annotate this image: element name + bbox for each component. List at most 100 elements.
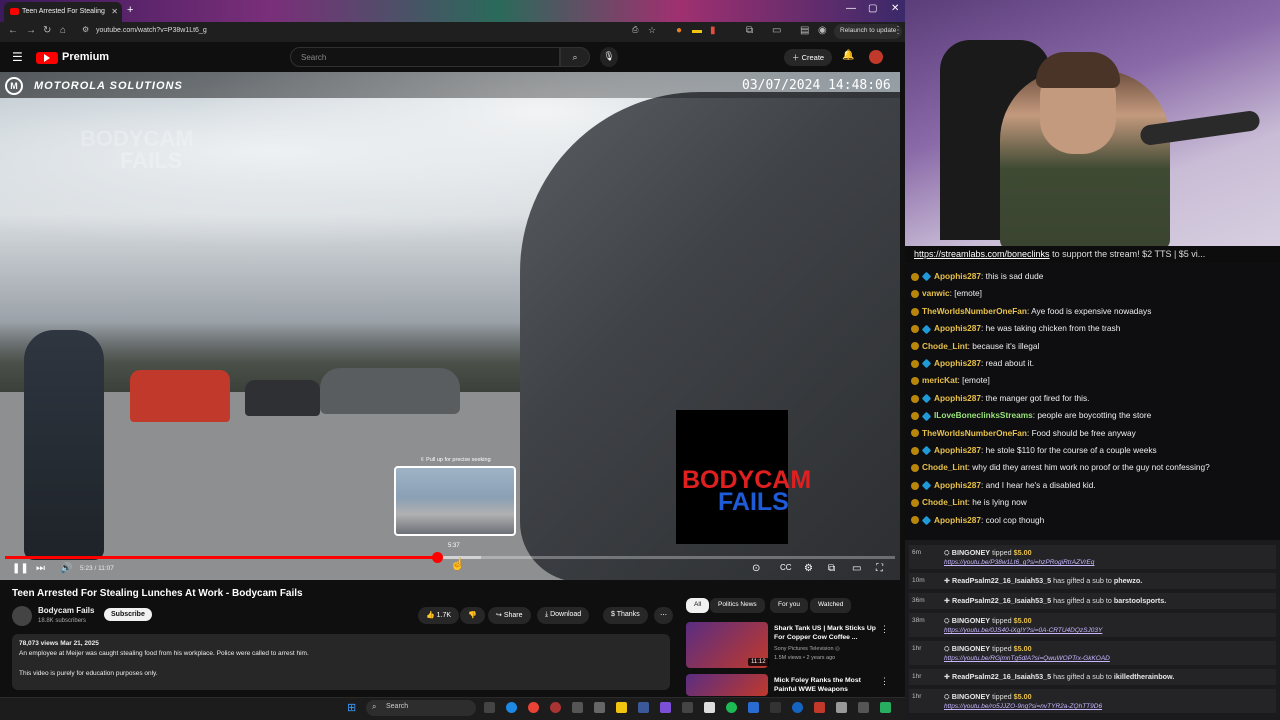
chat-username[interactable]: Apophis287 [934,445,981,455]
app-icon[interactable] [880,702,891,713]
search-icon[interactable]: ⌕ [560,47,590,67]
minimize-icon[interactable]: — [846,3,856,14]
share-button[interactable]: ↪ Share [488,607,531,624]
recommendation-title[interactable]: Shark Tank US | Mark Sticks Up For Coppe… [774,624,878,642]
taskbar-search[interactable]: Search [366,700,476,716]
ticker-link[interactable]: https://streamlabs.com/boneclinks [914,249,1050,259]
app-icon[interactable] [638,702,649,713]
chat-username[interactable]: Apophis287 [934,393,981,403]
chat-username[interactable]: Chode_Lint [922,497,968,507]
microphone-icon[interactable]: 🎙 [600,47,618,67]
app-icon[interactable] [814,702,825,713]
new-tab-icon[interactable]: + [127,4,133,16]
event-link[interactable]: https://youtu.be/RGjmnTg5dlA?si=QwuWOPTr… [944,655,1110,662]
edge-icon[interactable] [506,702,517,713]
app-icon[interactable] [572,702,583,713]
reload-icon[interactable]: ↻ [43,25,51,36]
channel-name[interactable]: Bodycam Fails [38,606,94,615]
hamburger-menu-icon[interactable]: ☰ [12,50,23,64]
browser-menu-icon[interactable]: ⋮ [893,25,903,36]
browser-tab[interactable]: Teen Arrested For Stealing ✕ [4,2,122,22]
chat-username[interactable]: Apophis287 [934,358,981,368]
dislike-button[interactable]: 👎 [460,607,485,624]
captions-icon[interactable]: CC [780,563,792,572]
more-actions-icon[interactable]: ⋯ [654,607,673,624]
spotify-icon[interactable] [726,702,737,713]
chrome-icon[interactable] [528,702,539,713]
windows-start-icon[interactable]: ⊞ [347,701,356,714]
recommendation-thumbnail[interactable] [686,674,768,696]
extension-icon[interactable]: ▮ [710,25,716,36]
extension-icon[interactable]: ● [676,25,682,36]
chat-username[interactable]: ILoveBoneclinksStreams [934,410,1033,420]
subscribe-button[interactable]: Subscribe [104,608,152,621]
discord-icon[interactable] [660,702,671,713]
app-icon[interactable] [594,702,605,713]
chat-username[interactable]: Apophis287 [934,515,981,525]
extension-icon[interactable]: ▬ [692,25,702,36]
more-options-icon[interactable]: ⋮ [880,676,889,687]
thanks-button[interactable]: $ Thanks [603,607,648,624]
tab-search-icon[interactable]: ▭ [772,25,781,36]
home-icon[interactable]: ⌂ [60,25,66,36]
scrubber-handle[interactable] [431,552,443,563]
search-input[interactable]: Search [290,47,560,67]
chat-username[interactable]: Apophis287 [934,323,981,333]
user-avatar[interactable] [869,50,883,64]
app-icon[interactable] [704,702,715,713]
sidebar-icon[interactable]: ▤ [800,25,809,36]
event-link[interactable]: https://youtu.be/P38w1Lt6_g?si=hzPRogiRt… [944,559,1094,566]
back-icon[interactable]: ← [8,25,18,36]
chip-all[interactable]: All [686,598,710,613]
profile-icon[interactable]: ◉ [818,25,827,36]
chat-username[interactable]: Chode_Lint [922,462,968,472]
channel-avatar[interactable] [12,606,32,626]
create-button[interactable]: ＋ Create [784,49,833,66]
app-icon[interactable] [836,702,847,713]
url-field[interactable]: youtube.com/watch?v=P38w1Lt6_g [96,27,207,34]
autoplay-toggle-icon[interactable]: ⊙ [752,563,760,574]
app-icon[interactable] [550,702,561,713]
app-icon[interactable] [748,702,759,713]
chat-username[interactable]: vanwic [922,288,950,298]
extensions-puzzle-icon[interactable]: ⧉ [746,25,753,36]
fullscreen-icon[interactable]: ⛶ [876,563,883,574]
site-info-icon[interactable]: ⚙ [82,25,89,34]
app-icon[interactable] [792,702,803,713]
volume-icon[interactable]: 🔊 [60,563,72,574]
task-view-icon[interactable] [484,702,495,713]
notifications-bell-icon[interactable]: 🔔 [842,50,854,61]
chat-username[interactable]: Chode_Lint [922,341,968,351]
chat-username[interactable]: TheWorldsNumberOneFan [922,306,1027,316]
pause-icon[interactable]: ❚❚ [12,563,29,574]
app-icon[interactable] [858,702,869,713]
more-options-icon[interactable]: ⋮ [880,624,889,635]
chat-username[interactable]: Apophis287 [934,271,981,281]
chat-username[interactable]: mericKat [922,375,958,385]
bookmark-star-icon[interactable]: ☆ [648,25,656,36]
chip-for-you[interactable]: For you [770,598,809,613]
description-box[interactable]: 78,073 views Mar 21, 2025 An employee at… [12,634,670,690]
like-button[interactable]: 👍 1.7K [418,607,460,624]
miniplayer-icon[interactable]: ⧉ [828,563,835,574]
event-link[interactable]: https://youtu.be/0JS40-iXgIY?si=0A-CRTU4… [944,627,1102,634]
settings-gear-icon[interactable]: ⚙ [804,563,813,574]
chip-politics-news[interactable]: Politics News [710,598,765,613]
chip-watched[interactable]: Watched [810,598,852,613]
app-icon[interactable] [770,702,781,713]
chat-username[interactable]: TheWorldsNumberOneFan [922,428,1027,438]
forward-icon[interactable]: → [26,25,36,36]
event-link[interactable]: https://youtu.be/ro5JJZO-9ng?si=nvTYR2a-… [944,703,1102,710]
maximize-icon[interactable]: ▢ [868,3,877,14]
next-icon[interactable]: ⏭ [36,563,45,574]
install-icon[interactable]: ⎙ [632,25,638,35]
recommendation-title[interactable]: Mick Foley Ranks the Most Painful WWE We… [774,676,878,694]
theater-mode-icon[interactable]: ▭ [852,563,861,574]
chat-username[interactable]: Apophis287 [934,480,981,490]
file-explorer-icon[interactable] [616,702,627,713]
close-window-icon[interactable]: ✕ [891,3,899,14]
download-button[interactable]: ⤓ Download [537,607,590,624]
app-icon[interactable] [682,702,693,713]
close-tab-icon[interactable]: ✕ [111,7,118,16]
recommendation-channel[interactable]: Sony Pictures Television ◎ [774,645,840,653]
